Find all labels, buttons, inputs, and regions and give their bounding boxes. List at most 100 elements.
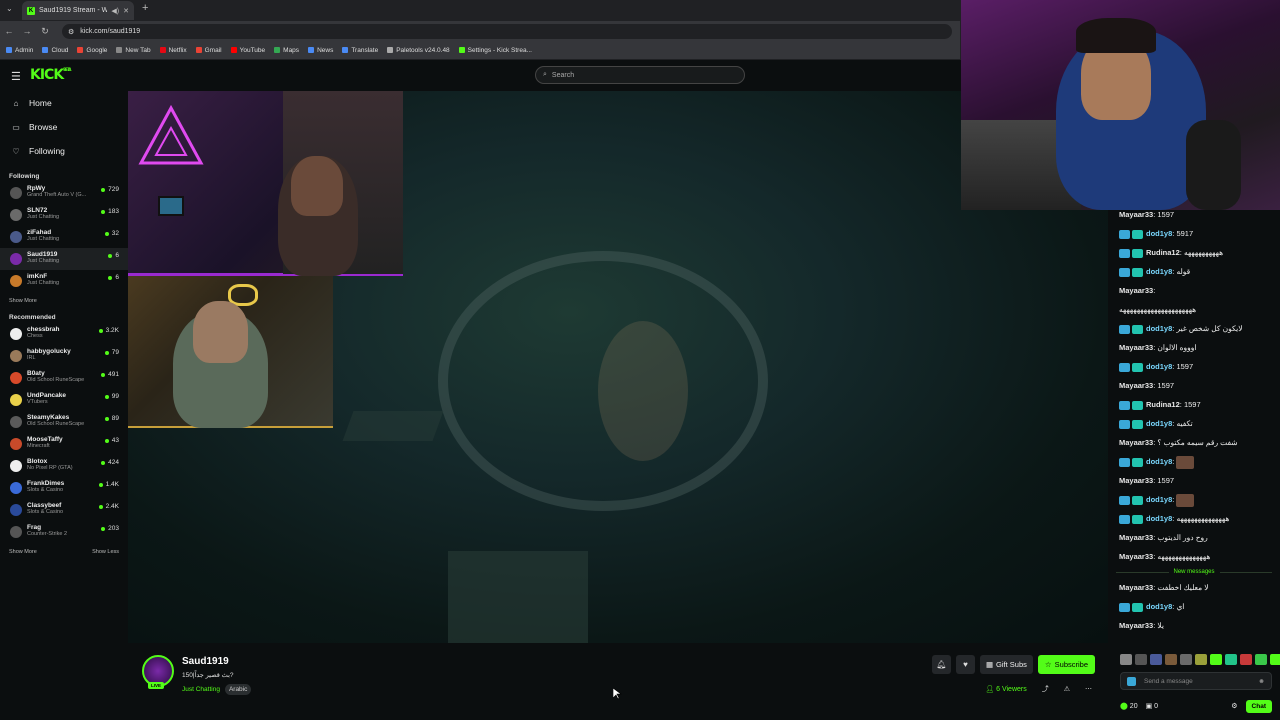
bookmark-item[interactable]: Netflix (159, 47, 187, 54)
channel-item[interactable]: UndPancake VTubers 99 (0, 389, 128, 411)
chat-username[interactable]: dod1y8 (1146, 514, 1172, 523)
bookmark-item[interactable]: Settings - Kick Strea... (458, 47, 532, 54)
show-less-link[interactable]: Show Less (92, 549, 119, 555)
tab-close-icon[interactable]: ✕ (123, 7, 129, 15)
bookmark-item[interactable]: New Tab (116, 47, 151, 54)
chat-username[interactable]: Mayaar33 (1119, 381, 1153, 390)
menu-icon[interactable]: ☰ (11, 70, 21, 83)
emote-icon[interactable] (1255, 654, 1267, 665)
inventory-count[interactable]: ▣ 0 (1146, 702, 1158, 710)
bookmark-item[interactable]: Maps (274, 47, 299, 54)
emoji-icon[interactable]: ☻ (1258, 678, 1265, 685)
channel-item[interactable]: ziFahad Just Chatting 32 (0, 226, 128, 248)
address-bar[interactable]: ⚙ kick.com/saud1919 (62, 24, 952, 39)
emote-icon[interactable] (1195, 654, 1207, 665)
channel-item[interactable]: SLN72 Just Chatting 183 (0, 204, 128, 226)
subscriber-badge-icon (1132, 362, 1143, 372)
emote-icon[interactable] (1135, 654, 1147, 665)
channel-item[interactable]: Blotox No Pixel RP (GTA) 424 (0, 455, 128, 477)
chat-username[interactable]: Mayaar33 (1119, 552, 1153, 561)
bookmark-item[interactable]: Gmail (195, 47, 222, 54)
tab-list-icon[interactable]: ⌄ (6, 4, 13, 13)
chat-username[interactable]: dod1y8 (1146, 324, 1172, 333)
bookmark-item[interactable]: News (308, 47, 333, 54)
bookmark-item[interactable]: Google (77, 47, 107, 54)
chat-username[interactable]: Rudina12 (1146, 248, 1180, 257)
channel-item[interactable]: imKnF Just Chatting 6 (0, 270, 128, 292)
channel-item[interactable]: habbygolucky IRL 79 (0, 345, 128, 367)
bookmark-item[interactable]: Cloud (42, 47, 68, 54)
chat-settings-icon[interactable]: ⚙ (1231, 702, 1237, 710)
chat-username[interactable]: dod1y8 (1146, 362, 1172, 371)
chat-identity-icon[interactable] (1127, 676, 1136, 686)
tab-audio-icon[interactable]: ◀) (111, 7, 119, 15)
chat-username[interactable]: dod1y8 (1146, 419, 1172, 428)
chat-send-button[interactable]: Chat (1245, 699, 1272, 713)
bookmark-item[interactable]: Paletools v24.0.48 (387, 47, 450, 54)
more-options-icon[interactable]: ⋯ (1085, 685, 1092, 693)
chat-username[interactable]: Mayaar33 (1119, 210, 1153, 219)
subscribe-button[interactable]: ☆ Subscribe (1037, 655, 1095, 674)
channel-item[interactable]: Frag Counter-Strike 2 203 (0, 521, 128, 543)
channel-item[interactable]: Saud1919 Just Chatting 6 (0, 248, 128, 270)
emote-icon[interactable] (1270, 654, 1280, 665)
bookmark-item[interactable]: YouTube (230, 47, 265, 54)
nav-item-following[interactable]: ♡ Following (0, 139, 128, 163)
language-tag[interactable]: Arabic (224, 684, 252, 695)
reload-icon[interactable]: ↻ (36, 26, 54, 37)
report-icon[interactable]: ⚠ (1064, 685, 1070, 693)
channel-item[interactable]: MooseTaffy Minecraft 43 (0, 433, 128, 455)
channel-item[interactable]: Classybeef Slots & Casino 2.4K (0, 499, 128, 521)
category-link[interactable]: Just Chatting (182, 686, 220, 693)
nav-item-browse[interactable]: ▭ Browse (0, 115, 128, 139)
streamer-name[interactable]: Saud1919 (182, 656, 229, 667)
emote-icon[interactable] (1120, 654, 1132, 665)
emote-icon[interactable] (1150, 654, 1162, 665)
bookmark-icon (116, 47, 123, 53)
channel-avatar (10, 253, 22, 265)
show-more-link[interactable]: Show More (9, 298, 37, 304)
channel-item[interactable]: chessbrah Chess 3.2K (0, 323, 128, 345)
forward-icon[interactable]: → (18, 26, 36, 36)
back-icon[interactable]: ← (0, 26, 18, 36)
channel-item[interactable]: B0aty Old School RuneScape 491 (0, 367, 128, 389)
share-icon[interactable]: ⤴ (1042, 684, 1049, 694)
new-tab-icon[interactable]: + (142, 2, 148, 14)
chat-username[interactable]: dod1y8 (1146, 602, 1172, 611)
chat-username[interactable]: Rudina12 (1146, 400, 1180, 409)
search-input[interactable]: ⌕ Search (535, 66, 745, 84)
bookmark-item[interactable]: Admin (6, 47, 33, 54)
chat-username[interactable]: Mayaar33 (1119, 476, 1153, 485)
channel-item[interactable]: SteamyKakes Old School RuneScape 89 (0, 411, 128, 433)
gift-subs-button[interactable]: ▦ Gift Subs (979, 655, 1033, 674)
chat-username[interactable]: dod1y8 (1146, 267, 1172, 276)
emote-icon[interactable] (1240, 654, 1252, 665)
channel-item[interactable]: FrankDimes Slots & Casino 1.4K (0, 477, 128, 499)
chat-username[interactable]: dod1y8 (1146, 495, 1172, 504)
kick-logo[interactable]: KICKBETA (30, 67, 72, 83)
chat-username[interactable]: Mayaar33 (1119, 621, 1153, 630)
chat-username[interactable]: Mayaar33 (1119, 343, 1153, 352)
channel-points[interactable]: ⬤ 20 (1120, 702, 1138, 710)
nav-item-home[interactable]: ⌂ Home (0, 91, 128, 115)
chat-username[interactable]: Mayaar33 (1119, 286, 1153, 295)
emote-icon[interactable] (1210, 654, 1222, 665)
chat-message-input[interactable]: Send a message ☻ (1120, 672, 1272, 690)
site-info-icon[interactable]: ⚙ (68, 28, 74, 36)
emote-icon (1176, 455, 1195, 469)
chat-message: Mayaar33: 1597 (1119, 381, 1175, 390)
chat-username[interactable]: Mayaar33 (1119, 438, 1153, 447)
follow-heart-icon[interactable]: ♥ (955, 655, 975, 674)
chat-username[interactable]: dod1y8 (1146, 457, 1172, 466)
chat-username[interactable]: Mayaar33 (1119, 583, 1153, 592)
channel-item[interactable]: RpWy Grand Theft Auto V (G... 729 (0, 182, 128, 204)
chat-username[interactable]: Mayaar33 (1119, 533, 1153, 542)
emote-icon[interactable] (1180, 654, 1192, 665)
chat-username[interactable]: dod1y8 (1146, 229, 1172, 238)
browser-tab[interactable]: K Saud1919 Stream - Watch l ◀) ✕ (22, 1, 134, 20)
emote-icon[interactable] (1165, 654, 1177, 665)
emote-icon[interactable] (1225, 654, 1237, 665)
show-more-link[interactable]: Show More (9, 549, 37, 555)
bookmark-item[interactable]: Translate (342, 47, 378, 54)
notification-bell-icon[interactable]: 🔔︎ (931, 655, 951, 674)
